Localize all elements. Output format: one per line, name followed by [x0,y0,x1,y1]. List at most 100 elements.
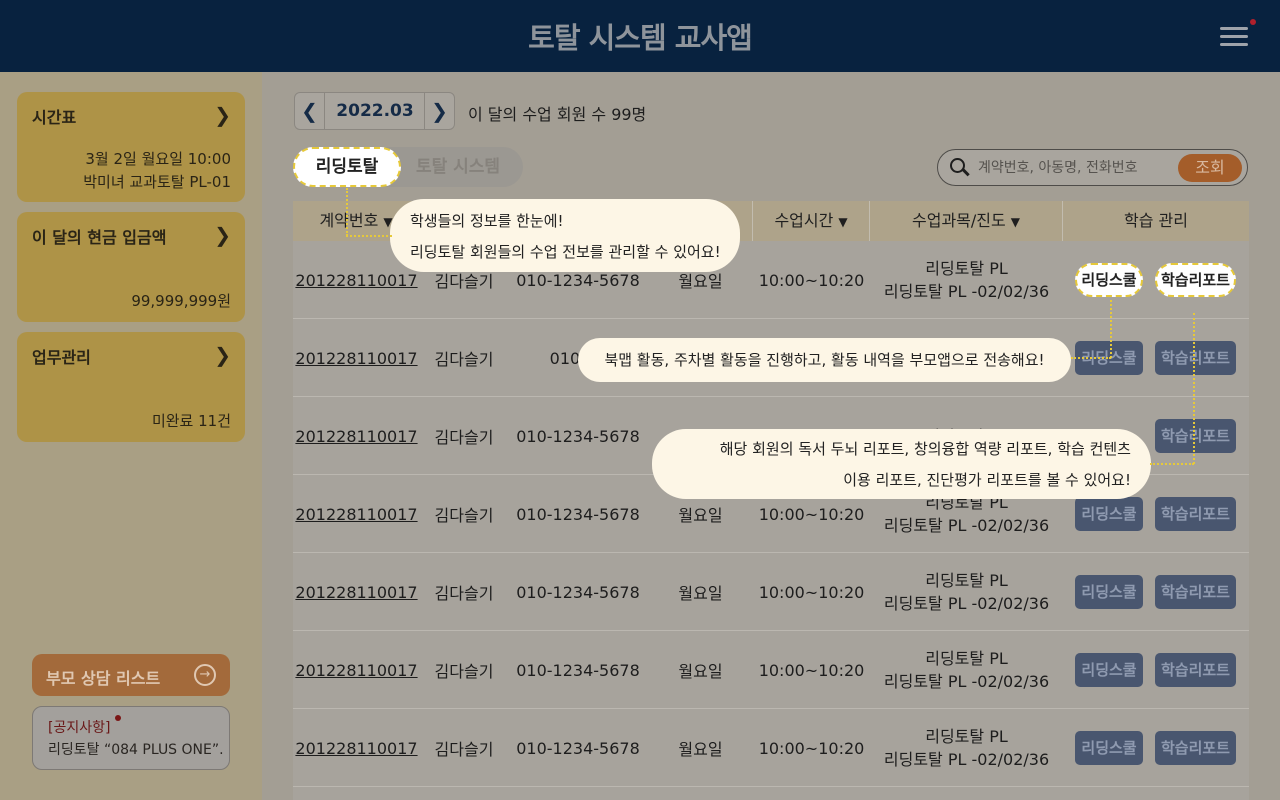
member-name: 김다슬기 [434,350,494,369]
member-name: 김다슬기 [434,428,494,447]
tab-reading-total[interactable]: 리딩토탈 [293,147,401,187]
member-name: 김다슬기 [434,662,494,681]
tooltip-student-info: 학생들의 정보를 한눈에! 리딩토탈 회원들의 수업 전보를 관리할 수 있어요… [390,199,740,272]
subject-line: 리딩토탈 PL [925,571,1008,590]
contract-number[interactable]: 201228110017 [293,631,420,709]
class-time: 10:00~10:20 [758,738,865,758]
chevron-right-icon: ❯ [214,343,231,367]
app-title: 토탈 시스템 교사앱 [528,21,753,55]
deposit-amount: 99,999,999원 [131,292,231,310]
learning-report-button[interactable]: 학습리포트 [1155,341,1236,375]
notice-card[interactable]: [공지사항] 리딩토탈 “084 PLUS ONE”... [32,706,230,770]
learning-report-button[interactable]: 학습리포트 [1155,575,1236,609]
class-subject: 리딩토탈 PL 리딩토탈 PL -02/02/36 [870,709,1063,787]
subject-line: 리딩토탈 PL [925,649,1008,668]
tooltip-reading-school: 북맵 활동, 주차별 활동을 진행하고, 활동 내역을 부모앱으로 전송해요! [578,338,1071,382]
reading-school-button[interactable]: 리딩스쿨 [1075,263,1143,297]
schedule-title: 시간표 [32,108,77,127]
subject-line: 리딩토탈 PL -02/02/36 [883,282,1050,301]
connector-line [1110,300,1112,358]
class-time: 10:00~10:20 [758,660,865,680]
contract-number[interactable]: 201228110017 [293,475,420,553]
member-table: 계약번호 ▼ 수업시간 ▼ 수업과목/진도 ▼ 학습 관리 201228110017 김… [293,201,1249,800]
class-day: 월요일 [678,662,723,681]
learning-report-button[interactable]: 학습리포트 [1155,653,1236,687]
header-time[interactable]: 수업시간 ▼ [753,201,870,241]
contract-number[interactable]: 201228110017 [293,319,420,397]
month-navigator: ❮ 2022.03 ❯ [294,92,455,130]
member-name: 김다슬기 [434,740,494,759]
member-phone: 010-1234-5678 [516,660,640,680]
chevron-left-icon[interactable]: ❮ [295,93,325,129]
subject-line: 리딩토탈 PL [925,259,1008,278]
class-subject: 리딩토탈 PL 리딩토탈 PL -02/02/36 [870,553,1063,631]
contract-number[interactable]: 201228110017 [293,709,420,787]
search-bar: 조회 [937,149,1248,186]
member-count: 이 달의 수업 회원 수 99명 [468,105,647,124]
member-phone: 010-1234-5678 [516,582,640,602]
member-phone: 010-1234-5678 [516,504,640,524]
tooltip-line: 해당 회원의 독서 두뇌 리포트, 창의융합 역량 리포트, 학습 컨텐츠 [719,440,1131,458]
table-row: 201228110017 김다슬기 010-1234-5678 월요일 10:00~10… [293,631,1249,709]
learning-report-button[interactable]: 학습리포트 [1155,263,1236,297]
deposit-card[interactable]: 이 달의 현금 입금액 ❯ 99,999,999원 [17,212,245,322]
learning-report-button[interactable]: 학습리포트 [1155,731,1236,765]
connector-line [346,188,348,236]
class-time: 10:00~10:20 [758,582,865,602]
tooltip-line: 학생들의 정보를 한눈에! [410,212,564,230]
reading-school-button[interactable]: 리딩스쿨 [1075,497,1143,531]
arrow-circle-right-icon: → [194,664,216,686]
connector-line [1193,313,1195,464]
deposit-title: 이 달의 현금 입금액 [32,228,167,247]
reading-school-button[interactable]: 리딩스쿨 [1075,653,1143,687]
tab-total-system[interactable]: 토탈 시스템 [403,147,513,187]
schedule-line2: 박미녀 교과토탈 PL-01 [83,173,231,191]
program-tabs: 리딩토탈 토탈 시스템 [293,147,523,187]
member-name: 김다슬기 [434,584,494,603]
search-icon [950,158,970,176]
class-subject: 리딩토탈 PL 리딩토탈 PL -02/02/36 [870,241,1063,319]
connector-line [1071,357,1111,359]
learning-report-button[interactable]: 학습리포트 [1155,419,1236,453]
tooltip-learning-report: 해당 회원의 독서 두뇌 리포트, 창의융합 역량 리포트, 학습 컨텐츠 이용… [652,429,1151,499]
subject-line: 리딩토탈 PL -02/02/36 [883,516,1050,535]
notice-text: 리딩토탈 “084 PLUS ONE”... [48,742,223,758]
class-day: 월요일 [678,584,723,603]
notice-new-dot [115,715,121,721]
contract-number[interactable]: 201228110017 [293,397,420,475]
month-label: 2022.03 [336,101,414,121]
tasks-status: 미완료 11건 [151,412,231,430]
tasks-card[interactable]: 업무관리 ❯ 미완료 11건 [17,332,245,442]
subject-line: 리딩토탈 PL [925,727,1008,746]
class-time: 10:00~10:20 [758,270,865,290]
header-subject[interactable]: 수업과목/진도 ▼ [870,201,1063,241]
consult-list-button[interactable]: 부모 상담 리스트 → [32,654,230,696]
table-row: 201228110017 김다슬기 010-1234-5678 월요일 10:00~10… [293,553,1249,631]
search-button[interactable]: 조회 [1178,154,1242,182]
hamburger-menu-icon[interactable] [1216,24,1252,50]
class-day: 월요일 [678,740,723,759]
connector-line [346,235,392,237]
search-input[interactable] [978,157,1138,179]
schedule-card[interactable]: 시간표 ❯ 3월 2일 월요일 10:00 박미녀 교과토탈 PL-01 [17,92,245,202]
consult-list-label: 부모 상담 리스트 [46,669,161,688]
learning-report-button[interactable]: 학습리포트 [1155,497,1236,531]
contract-number[interactable]: 201228110017 [293,553,420,631]
tooltip-line: 리딩토탈 회원들의 수업 전보를 관리할 수 있어요! [410,243,721,261]
tasks-title: 업무관리 [32,348,91,367]
subject-line: 리딩토탈 PL -02/02/36 [883,594,1050,613]
table-row: 201228110017 김다슬기 010-1234-5678 월요일 10:00~10… [293,709,1249,787]
notification-dot [1250,19,1256,25]
reading-school-button[interactable]: 리딩스쿨 [1075,731,1143,765]
subject-line: 리딩토탈 PL -02/02/36 [883,672,1050,691]
subject-line: 리딩토탈 PL -02/02/36 [883,750,1050,769]
schedule-line1: 3월 2일 월요일 10:00 [85,150,231,168]
reading-school-button[interactable]: 리딩스쿨 [1075,575,1143,609]
app-header: 토탈 시스템 교사앱 [0,0,1280,72]
header-manage: 학습 관리 [1124,211,1188,230]
chevron-right-icon: ❯ [214,223,231,247]
class-subject: 리딩토탈 PL 리딩토탈 PL -02/02/36 [870,631,1063,709]
notice-tag: [공지사항] [48,720,111,736]
member-phone: 010-1234-5678 [516,738,640,758]
chevron-right-icon[interactable]: ❯ [424,93,454,129]
